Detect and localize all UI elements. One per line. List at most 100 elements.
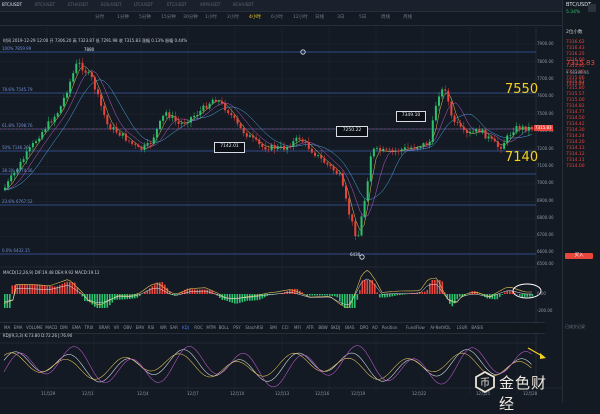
indicator-volume[interactable]: VOLUME xyxy=(26,325,43,331)
pair-tab[interactable]: LTC/USDT xyxy=(134,2,153,8)
price-tick: 6900.00 xyxy=(537,198,554,203)
indicator-mfi[interactable]: MFI xyxy=(294,325,301,331)
price-tick: 7200.00 xyxy=(537,146,554,151)
indicator-smi[interactable]: SMI xyxy=(270,325,277,331)
bid-price: 7314.00 xyxy=(566,164,585,170)
bid-list: 7315.827315.807315.577315.007314.827314.… xyxy=(566,80,585,170)
indicator-cci[interactable]: CCI xyxy=(282,325,289,331)
indicator-lsur[interactable]: LSUR xyxy=(457,325,467,331)
indicator-skdj[interactable]: SKDJ xyxy=(331,325,340,331)
timeframe-14[interactable]: 月线 xyxy=(403,15,412,21)
watermark-text: 金色财经 xyxy=(499,372,560,414)
indicator-position[interactable]: Position xyxy=(382,325,398,331)
date-tick: 12月22 xyxy=(412,391,426,397)
timeframe-9[interactable]: 12小时 xyxy=(293,15,308,21)
pair-tab[interactable]: EOS/USDT xyxy=(101,2,122,8)
timeframe-4[interactable]: 30分钟 xyxy=(183,15,198,21)
indicator-ai-netvol[interactable]: AI-NetVOL xyxy=(430,325,450,331)
timeframe-0[interactable]: 分时 xyxy=(95,15,104,21)
indicator-dmi[interactable]: DMI xyxy=(60,325,68,331)
price-annotation: 7142.01 xyxy=(214,142,245,153)
indicator-wr[interactable]: WR xyxy=(160,325,167,331)
indicator-obv[interactable]: OBV xyxy=(123,325,132,331)
indicator-sar[interactable]: SAR xyxy=(170,325,178,331)
pair-tab[interactable]: XRP/USDT xyxy=(200,2,220,8)
buy-button[interactable]: 买入 xyxy=(565,253,593,259)
side-price: 7315.83 xyxy=(566,59,595,67)
pair-tab[interactable]: BCH/USDT xyxy=(233,2,254,8)
timeframe-5[interactable]: 1小时 xyxy=(205,15,217,21)
order-book: BTC/USDT 5.34% 2位小数 7316.627316.437316.2… xyxy=(562,0,600,403)
price-tag: 7315.83 xyxy=(534,125,553,131)
macd-panel xyxy=(4,270,541,308)
indicator-bar: MAEMAVOLUMEMACDDMIEMATRIXBRARVROBVEMVRSI… xyxy=(0,322,545,334)
indicator-vr[interactable]: VR xyxy=(114,325,120,331)
watermark-logo: 币 金色财经 xyxy=(474,369,560,395)
pair-tab[interactable]: ETH/USDT xyxy=(68,2,88,8)
timeframe-3[interactable]: 15分钟 xyxy=(161,15,176,21)
price-tick: 6800.00 xyxy=(537,215,554,220)
indicator-ma[interactable]: MA xyxy=(4,325,10,331)
indicator-ema[interactable]: EMA xyxy=(14,325,23,331)
indicator-basis[interactable]: BASIS xyxy=(471,325,483,331)
indicator-mtm[interactable]: MTM xyxy=(206,325,215,331)
indicator-bias[interactable]: BIAS xyxy=(345,325,354,331)
timeframe-7[interactable]: 4小时 xyxy=(249,15,261,21)
indicator-bbw[interactable]: BBW xyxy=(318,325,327,331)
timeframe-8[interactable]: 6小时 xyxy=(271,15,283,21)
kdj-label: KDJ(9,3,3) K:73.80 D:72.26 J:76.90 xyxy=(3,333,72,339)
macd-tick: -200.00 xyxy=(537,308,552,313)
indicator-emv[interactable]: EMV xyxy=(136,325,145,331)
indicator-boll[interactable]: BOLL xyxy=(219,325,229,331)
indicator-psy[interactable]: PSY xyxy=(233,325,240,331)
timeframe-bar: 分时 1分钟 5分钟 15分钟 30分钟 1小时 2小时 4小时 6小时 12小时 日线 3日 5日 周线… xyxy=(0,12,562,26)
side-rmb: ¥ 50398.96 xyxy=(566,70,589,76)
timeframe-1[interactable]: 1分钟 xyxy=(117,15,129,21)
trade-icon[interactable] xyxy=(588,4,596,12)
price-tick: 6600.00 xyxy=(537,249,554,254)
ohlc-info: 时间 2019-12-29 12:00 开 7306.20 高 7323.87 … xyxy=(3,38,303,46)
price-tick: 6500.00 xyxy=(537,261,554,266)
chart-canvas[interactable] xyxy=(0,0,600,403)
timeframe-2[interactable]: 5分钟 xyxy=(139,15,151,21)
indicator-ema[interactable]: EMA xyxy=(72,325,81,331)
indicator-fundflow[interactable]: FundFlow xyxy=(406,325,425,331)
pair-tab[interactable]: ETC/USDT xyxy=(167,2,187,8)
indicator-ao[interactable]: AO xyxy=(372,325,378,331)
price-tick: 7600.00 xyxy=(537,93,554,98)
indicator-roc[interactable]: ROC xyxy=(194,325,203,331)
pair-tab[interactable]: BTC/USDT xyxy=(2,2,22,8)
timeframe-13[interactable]: 周线 xyxy=(381,15,390,21)
indicator-macd[interactable]: MACD xyxy=(45,325,57,331)
price-annotation: 7250.22 xyxy=(336,126,368,137)
fib-label: 100% 7859.99 xyxy=(2,46,31,52)
price-tick: 7800.00 xyxy=(537,59,554,64)
timeframe-11[interactable]: 3日 xyxy=(337,15,344,21)
price-tick: 7100.00 xyxy=(537,163,554,168)
indicator-rsi[interactable]: RSI xyxy=(148,325,155,331)
depth-select[interactable]: 2位小数 xyxy=(566,30,582,36)
date-tick: 12月7 xyxy=(187,391,199,397)
macd-label: MACD(12,26,9) DIF:19.48 DEA:9.92 MACD:19… xyxy=(3,270,100,276)
timeframe-12[interactable]: 5日 xyxy=(359,15,366,21)
price-tick: 7900.00 xyxy=(537,41,554,46)
macd-tick: 0.00 xyxy=(537,291,546,296)
fib-label: 0.0% 6432.15 xyxy=(2,248,30,254)
low-marker: 6430 xyxy=(350,252,360,258)
date-tick: 12月19 xyxy=(351,391,365,397)
timeframe-6[interactable]: 2小时 xyxy=(227,15,239,21)
level-lower: 7140 xyxy=(505,150,538,165)
coin-logo-icon: 币 xyxy=(474,371,496,393)
indicator-kdj[interactable]: KDJ xyxy=(182,325,189,331)
timeframe-10[interactable]: 日线 xyxy=(315,15,324,21)
pair-tab[interactable]: BTC/USDT xyxy=(35,2,55,8)
price-tick: 7700.00 xyxy=(537,76,554,81)
indicator-trix[interactable]: TRIX xyxy=(84,325,93,331)
indicator-dpo[interactable]: DPO xyxy=(360,325,369,331)
price-tick: 7000.00 xyxy=(537,180,554,185)
indicator-brar[interactable]: BRAR xyxy=(99,325,110,331)
indicator-stochrsi[interactable]: StochRSI xyxy=(245,325,263,331)
price-tick: 6700.00 xyxy=(537,232,554,237)
indicator-atr[interactable]: ATR xyxy=(306,325,314,331)
side-change: 5.34% xyxy=(566,10,580,16)
